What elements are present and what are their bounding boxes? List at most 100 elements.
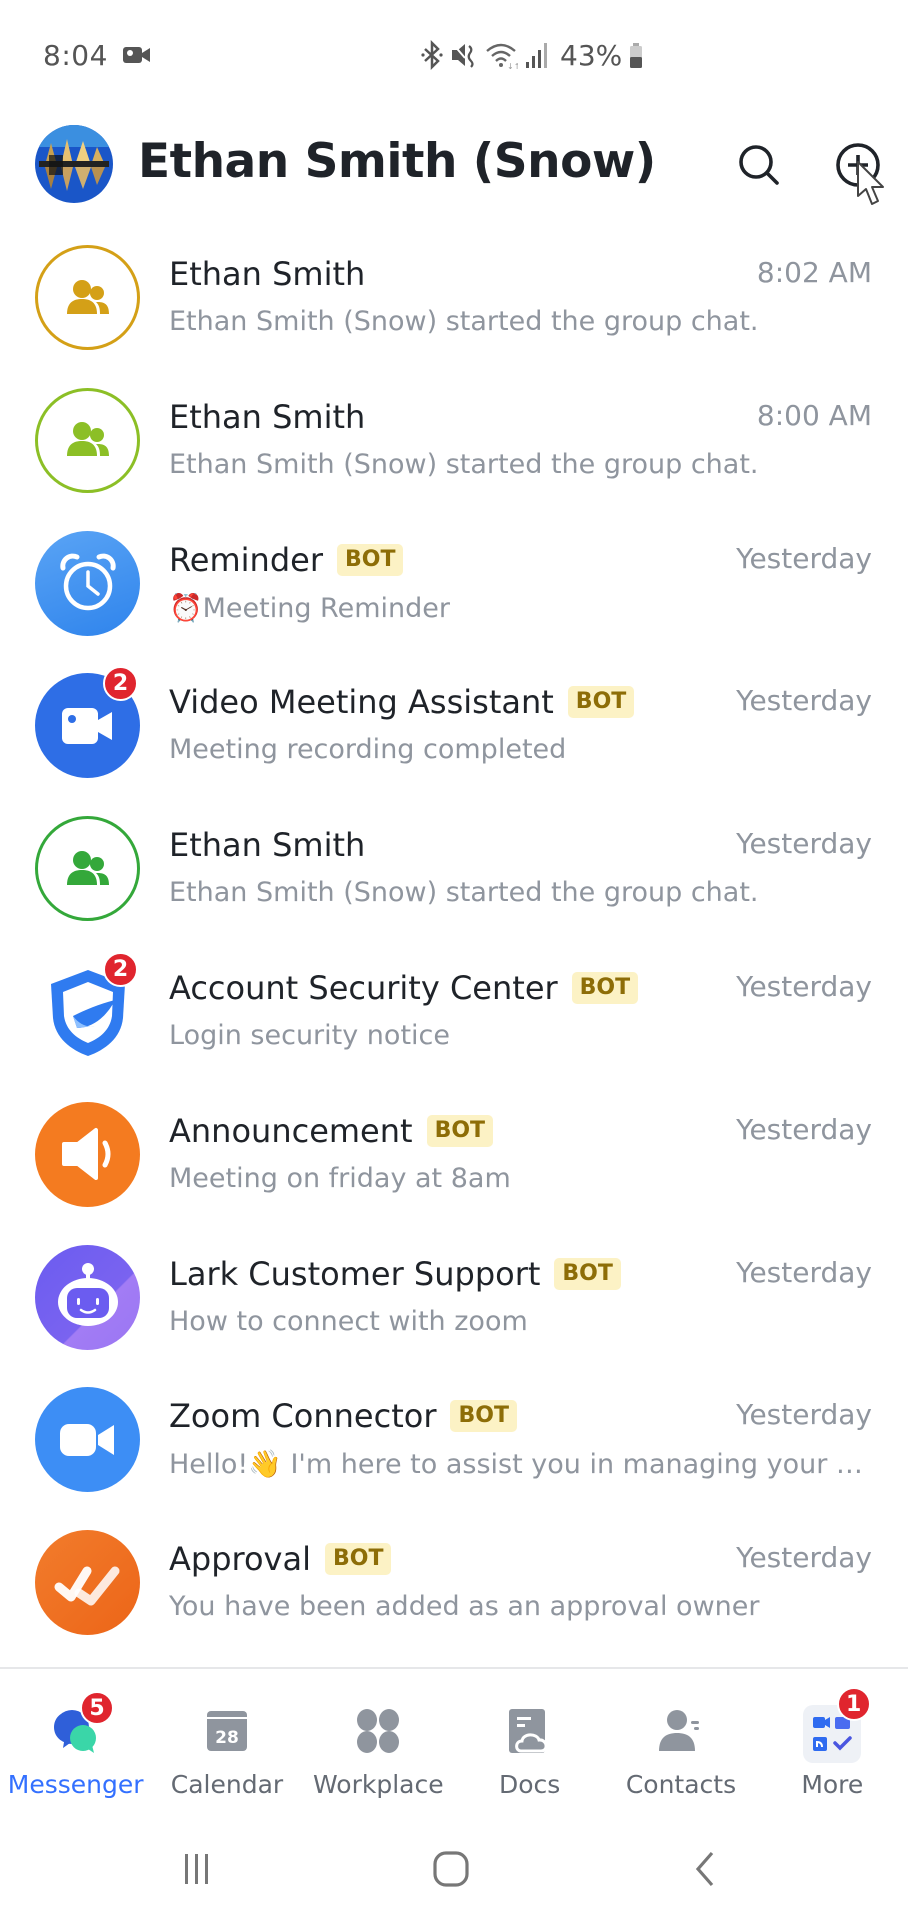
home-button[interactable] xyxy=(421,1844,481,1894)
tab-label: Workplace xyxy=(313,1770,444,1799)
alarm-clock-icon xyxy=(55,550,121,616)
chat-preview: ⏰Meeting Reminder xyxy=(169,592,450,624)
chat-preview: Hello!👋 I'm here to assist you in managi… xyxy=(169,1449,874,1481)
chat-avatar xyxy=(35,530,140,636)
search-button[interactable] xyxy=(732,138,786,192)
chat-preview: Ethan Smith (Snow) started the group cha… xyxy=(169,306,759,337)
chat-name: Reminder xyxy=(169,540,323,579)
chat-preview: Meeting recording completed xyxy=(169,734,567,766)
unread-badge: 2 xyxy=(103,666,138,702)
wifi-icon: ↓↑ xyxy=(486,43,518,70)
chat-timestamp: Yesterday xyxy=(736,541,872,575)
chat-list-item[interactable]: Reminder BOT Yesterday ⏰Meeting Reminder xyxy=(0,522,908,664)
tab-workplace[interactable]: Workplace xyxy=(303,1669,454,1799)
chat-list-item[interactable]: 2 Account Security Center BOT Yesterday … xyxy=(0,950,908,1092)
status-bar: 8:04 ↓↑ 43% xyxy=(0,30,908,80)
robot-icon xyxy=(51,1260,125,1334)
chat-timestamp: Yesterday xyxy=(736,827,872,861)
more-unread-badge: 1 xyxy=(836,1687,871,1721)
chat-avatar xyxy=(35,1244,140,1350)
chat-list-item[interactable]: Ethan Smith 8:00 AM Ethan Smith (Snow) s… xyxy=(0,379,908,521)
unread-badge: 2 xyxy=(103,952,138,987)
chat-name: Account Security Center xyxy=(169,969,558,1007)
speaker-icon xyxy=(56,1124,120,1184)
header: Ethan Smith (Snow) xyxy=(0,118,908,210)
chat-name: Ethan Smith xyxy=(169,255,366,293)
group-icon xyxy=(65,849,111,889)
svg-text:↓↑: ↓↑ xyxy=(507,62,518,70)
chat-timestamp: Yesterday xyxy=(736,1541,872,1575)
back-button[interactable] xyxy=(676,1844,736,1894)
tab-calendar[interactable]: 28 Calendar xyxy=(151,1669,302,1799)
recent-apps-button[interactable] xyxy=(167,1844,227,1894)
chat-name: Ethan Smith xyxy=(169,826,366,865)
signal-icon xyxy=(526,43,547,68)
bot-badge: BOT xyxy=(324,1543,392,1576)
chat-name: Announcement xyxy=(169,1111,413,1150)
group-icon xyxy=(65,420,111,460)
battery-percent: 43% xyxy=(560,38,623,72)
bot-badge: BOT xyxy=(426,1114,494,1147)
zoom-camera-icon xyxy=(56,1418,120,1462)
chat-timestamp: Yesterday xyxy=(736,684,872,718)
docs-icon xyxy=(504,1705,556,1757)
chat-preview: Login security notice xyxy=(169,1020,450,1051)
chat-timestamp: Yesterday xyxy=(736,970,872,1003)
chat-name: Approval xyxy=(169,1540,311,1579)
chat-list-item[interactable]: Ethan Smith 8:02 AM Ethan Smith (Snow) s… xyxy=(0,236,908,378)
tab-contacts[interactable]: Contacts xyxy=(605,1669,756,1799)
chat-avatar xyxy=(35,1387,140,1493)
chat-list-item[interactable]: Announcement BOT Yesterday Meeting on fr… xyxy=(0,1093,908,1235)
chat-avatar xyxy=(35,387,140,493)
contacts-icon xyxy=(655,1705,707,1757)
tab-messenger[interactable]: 5 Messenger xyxy=(0,1669,151,1799)
back-icon xyxy=(695,1851,714,1887)
plus-circle-icon xyxy=(836,143,880,187)
video-camera-icon xyxy=(58,704,118,748)
bluetooth-icon xyxy=(421,40,443,70)
bot-badge: BOT xyxy=(450,1400,517,1433)
chat-avatar xyxy=(35,1530,140,1636)
tab-docs[interactable]: Docs xyxy=(454,1669,605,1799)
tab-label: More xyxy=(801,1770,864,1799)
group-icon xyxy=(65,278,111,318)
bot-badge: BOT xyxy=(567,686,635,719)
chat-name: Lark Customer Support xyxy=(169,1254,541,1293)
chat-list-item[interactable]: 2 Video Meeting Assistant BOT Yesterday … xyxy=(0,664,908,806)
messenger-unread-badge: 5 xyxy=(80,1691,114,1725)
chat-timestamp: 8:02 AM xyxy=(756,256,872,289)
status-icons: ↓↑ 43% xyxy=(420,38,644,72)
tab-label: Docs xyxy=(498,1770,561,1799)
chat-timestamp: 8:00 AM xyxy=(756,398,872,432)
chat-list-item[interactable]: Zoom Connector BOT Yesterday Hello!👋 I'm… xyxy=(0,1378,908,1520)
chat-name: Video Meeting Assistant xyxy=(169,683,554,722)
chat-timestamp: Yesterday xyxy=(736,1112,872,1146)
status-time: 8:04 xyxy=(43,39,108,72)
mute-icon xyxy=(452,43,474,68)
recent-apps-icon xyxy=(185,1854,208,1884)
video-recording-icon xyxy=(123,47,150,63)
profile-avatar[interactable] xyxy=(35,125,113,203)
tab-label: Calendar xyxy=(170,1770,284,1799)
chat-name: Zoom Connector xyxy=(169,1397,437,1436)
chat-list-item[interactable]: Approval BOT Yesterday You have been add… xyxy=(0,1521,908,1663)
calendar-day: 28 xyxy=(215,1728,239,1748)
bottom-tab-bar: 5 Messenger 28 Calendar Workplace Docs C… xyxy=(0,1669,908,1799)
system-navigation-bar xyxy=(0,1830,908,1910)
tab-label: Contacts xyxy=(625,1770,737,1799)
chat-list-item[interactable]: Lark Customer Support BOT Yesterday How … xyxy=(0,1236,908,1378)
chat-avatar xyxy=(35,245,140,350)
chat-avatar xyxy=(35,816,140,922)
tab-more[interactable]: 1 More xyxy=(757,1669,908,1799)
calendar-icon: 28 xyxy=(201,1705,253,1757)
add-button[interactable] xyxy=(831,138,885,192)
chat-preview: Ethan Smith (Snow) started the group cha… xyxy=(169,877,759,909)
page-title: Ethan Smith (Snow) xyxy=(138,134,656,189)
battery-icon xyxy=(630,43,643,68)
chat-avatar xyxy=(35,1101,140,1207)
chat-preview: Ethan Smith (Snow) started the group cha… xyxy=(169,448,759,480)
chat-list-item[interactable]: Ethan Smith Yesterday Ethan Smith (Snow)… xyxy=(0,807,908,949)
chat-timestamp: Yesterday xyxy=(736,1398,872,1432)
bot-badge: BOT xyxy=(336,543,404,576)
tab-label: Messenger xyxy=(7,1770,144,1799)
